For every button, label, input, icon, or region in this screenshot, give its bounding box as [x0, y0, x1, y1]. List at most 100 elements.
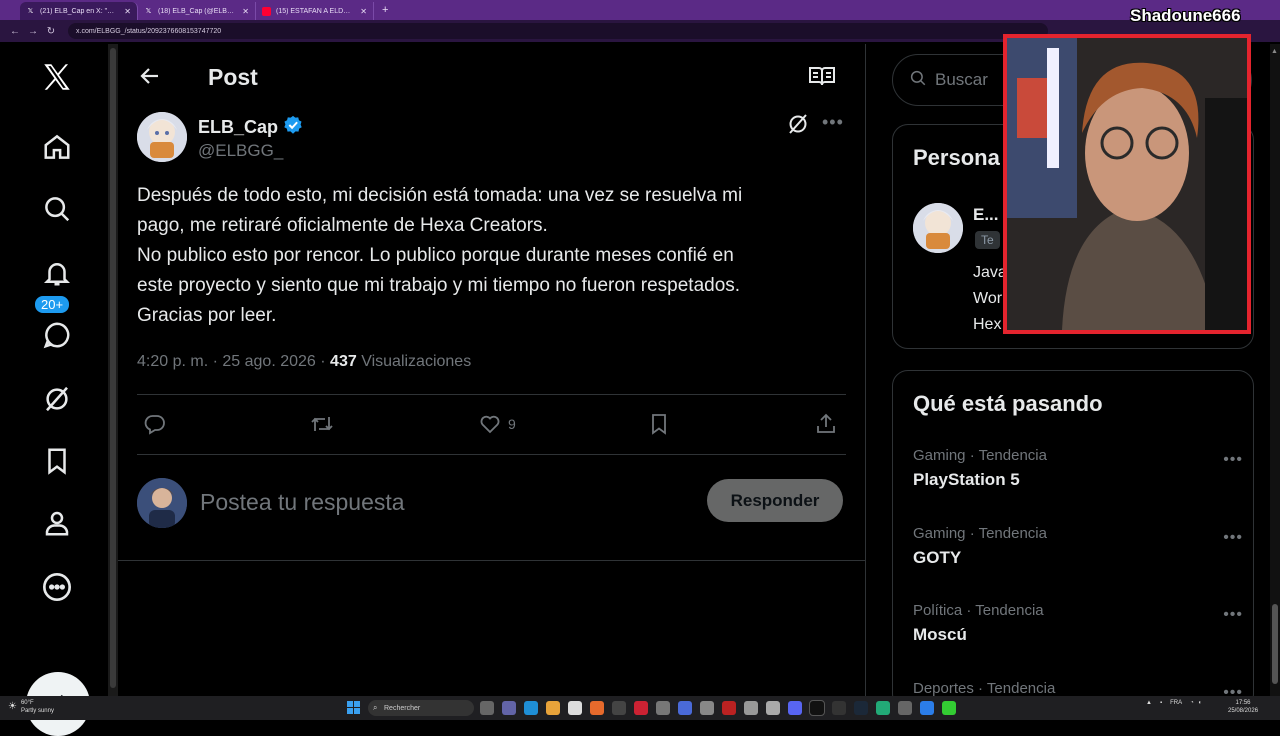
back-arrow-icon[interactable]: ←: [6, 26, 24, 37]
reply-input[interactable]: Postea tu respuesta: [200, 489, 405, 516]
app-icon[interactable]: [700, 701, 714, 715]
app-icon[interactable]: [876, 701, 890, 715]
scrollbar-thumb[interactable]: [1272, 604, 1278, 684]
left-scrollbar[interactable]: [108, 44, 118, 696]
like-count: 9: [508, 416, 516, 432]
steam-icon[interactable]: [854, 701, 868, 715]
app-icon[interactable]: [788, 701, 802, 715]
browser-tab-3[interactable]: (15) ESTAFAN A ELDED CON LA ✕: [256, 2, 374, 20]
scrollbar-thumb[interactable]: [110, 48, 116, 688]
divider: [137, 394, 846, 395]
trend-item[interactable]: Política · Tendencia Moscú •••: [913, 602, 1243, 645]
more-icon[interactable]: [36, 566, 78, 608]
reply-icon: [144, 415, 165, 435]
share-icon: [817, 413, 835, 433]
language-indicator[interactable]: FRA: [1170, 700, 1182, 706]
chrome-icon[interactable]: [546, 701, 560, 715]
more-options-icon[interactable]: •••: [822, 112, 844, 133]
person-name[interactable]: E...: [973, 205, 999, 225]
reload-icon[interactable]: ↻: [42, 26, 60, 37]
app-icon[interactable]: [942, 701, 956, 715]
teams-icon[interactable]: [502, 701, 516, 715]
app-icon[interactable]: [832, 701, 846, 715]
app-icon[interactable]: [656, 701, 670, 715]
volume-icon[interactable]: ◖: [1198, 700, 1202, 706]
more-options-icon[interactable]: •••: [1223, 529, 1243, 547]
tray-icon[interactable]: ▪: [1160, 700, 1162, 706]
more-options-icon[interactable]: •••: [1223, 606, 1243, 624]
app-icon[interactable]: [898, 701, 912, 715]
main-column: Post ELB_Cap @ELBGG_ ••• Después de todo…: [118, 44, 866, 696]
close-icon[interactable]: ✕: [124, 7, 131, 16]
reply-submit-button[interactable]: Responder: [707, 479, 843, 522]
post-time[interactable]: 4:20 p. m.: [137, 353, 208, 370]
trend-item[interactable]: Gaming · Tendencia GOTY •••: [913, 525, 1243, 568]
app-icon[interactable]: [568, 701, 582, 715]
tiktok-icon[interactable]: [809, 700, 825, 716]
author-display-name[interactable]: ELB_Cap: [198, 114, 304, 141]
url-text: x.com/ELBGG_/status/2092376608153747720: [76, 27, 222, 35]
author-avatar[interactable]: [137, 112, 187, 162]
meta-separator: ·: [212, 353, 218, 370]
firefox-icon[interactable]: [590, 701, 604, 715]
like-button[interactable]: 9: [478, 412, 516, 436]
app-icon[interactable]: [766, 701, 780, 715]
repost-button[interactable]: [309, 412, 335, 436]
right-scrollbar[interactable]: ▲: [1270, 44, 1280, 696]
reader-mode-icon[interactable]: [808, 64, 836, 93]
bookmark-icon[interactable]: [36, 440, 78, 482]
grok-icon[interactable]: [36, 378, 78, 420]
grok-explain-icon[interactable]: [786, 112, 810, 141]
obs-icon[interactable]: [612, 701, 626, 715]
trend-item[interactable]: Deportes · Tendencia •••: [913, 680, 1243, 701]
bell-icon[interactable]: [36, 252, 78, 294]
post-text-line: pago, me retiraré oficialmente de Hexa C…: [137, 215, 548, 236]
windows-start-icon[interactable]: [347, 701, 360, 714]
more-options-icon[interactable]: •••: [1223, 451, 1243, 469]
post-actions-bar: 9: [137, 408, 847, 442]
home-icon[interactable]: [36, 126, 78, 168]
close-icon[interactable]: ✕: [360, 7, 367, 16]
browser-tab-2[interactable]: 𝕏 (18) ELB_Cap (@ELBGG_) / X ✕: [138, 2, 256, 20]
url-field[interactable]: x.com/ELBGG_/status/2092376608153747720: [68, 23, 1048, 39]
trend-context: Gaming · Tendencia: [913, 525, 1047, 542]
taskbar-search[interactable]: ⌕ Rechercher: [368, 700, 474, 716]
taskbar-clock[interactable]: 17:56 25/08/2026: [1228, 699, 1258, 715]
app-icon[interactable]: [678, 701, 692, 715]
trend-item[interactable]: Gaming · Tendencia PlayStation 5 •••: [913, 447, 1243, 490]
app-icon[interactable]: [722, 701, 736, 715]
x-logo-icon[interactable]: [36, 56, 78, 98]
youtube-icon: [262, 6, 271, 16]
forward-arrow-icon[interactable]: →: [24, 26, 42, 37]
share-button[interactable]: [814, 412, 838, 436]
people-card-title: Persona: [913, 145, 1000, 170]
person-bio-line: Java: [973, 264, 1007, 281]
weather-icon: ☀: [8, 701, 17, 712]
reply-button[interactable]: [143, 412, 167, 436]
search-icon[interactable]: [36, 188, 78, 230]
weather-desc: Partly sunny: [20, 708, 54, 714]
new-tab-button[interactable]: +: [382, 4, 388, 16]
app-icon[interactable]: [744, 701, 758, 715]
weather-widget[interactable]: ☀ 60°F Partly sunny: [8, 699, 54, 715]
messages-icon[interactable]: [36, 314, 78, 356]
profile-icon[interactable]: [36, 502, 78, 544]
webcam-overlay: [1003, 34, 1251, 334]
task-view-icon[interactable]: [480, 701, 494, 715]
user-avatar[interactable]: [137, 478, 187, 528]
app-icon[interactable]: [634, 701, 648, 715]
author-handle[interactable]: @ELBGG_: [198, 141, 283, 161]
scroll-up-icon[interactable]: ▲: [1271, 48, 1278, 55]
edge-icon[interactable]: [524, 701, 538, 715]
wifi-icon[interactable]: ◔: [1190, 700, 1194, 706]
back-arrow-icon[interactable]: [138, 64, 162, 88]
divider: [137, 454, 846, 455]
close-icon[interactable]: ✕: [242, 7, 249, 16]
app-icon[interactable]: [920, 701, 934, 715]
browser-tab-1[interactable]: 𝕏 (21) ELB_Cap en X: "Después de ✕: [20, 2, 138, 20]
bookmark-button[interactable]: [647, 412, 671, 436]
post-date[interactable]: 25 ago. 2026: [222, 353, 315, 370]
person-avatar[interactable]: [913, 203, 963, 253]
trend-name: Moscú: [913, 625, 967, 644]
chevron-up-icon[interactable]: ▲: [1146, 700, 1152, 706]
